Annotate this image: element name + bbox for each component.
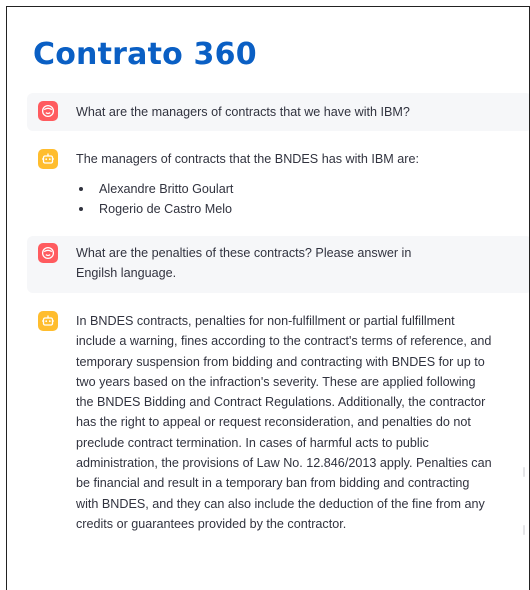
chat-message-assistant: The managers of contracts that the BNDES… <box>27 145 529 225</box>
chat-message-assistant: In BNDES contracts, penalties for non-fu… <box>27 307 529 577</box>
user-avatar <box>38 101 58 121</box>
chat-message-user: What are the penalties of these contract… <box>27 236 529 293</box>
message-text: What are the managers of contracts that … <box>76 105 410 119</box>
user-avatar <box>38 243 58 263</box>
assistant-avatar <box>38 149 58 169</box>
message-text: What are the penalties of these contract… <box>76 246 412 280</box>
user-face-icon <box>41 104 55 118</box>
chat-message-user: What are the managers of contracts that … <box>27 93 529 131</box>
page-title: Contrato 360 <box>33 37 257 72</box>
message-text: The managers of contracts that the BNDES… <box>76 152 419 166</box>
scrollbar-marker <box>523 467 525 477</box>
app-window: Contrato 360 What are the managers of co… <box>6 6 530 590</box>
message-text: In BNDES contracts, penalties for non-fu… <box>76 314 492 531</box>
robot-icon <box>41 152 55 166</box>
scrollbar-marker <box>523 525 525 535</box>
manager-list: Alexandre Britto Goulart Rogerio de Cast… <box>76 179 233 219</box>
robot-icon <box>41 314 55 328</box>
list-item: Rogerio de Castro Melo <box>76 199 233 219</box>
assistant-avatar <box>38 311 58 331</box>
user-face-icon <box>41 246 55 260</box>
list-item: Alexandre Britto Goulart <box>76 179 233 199</box>
